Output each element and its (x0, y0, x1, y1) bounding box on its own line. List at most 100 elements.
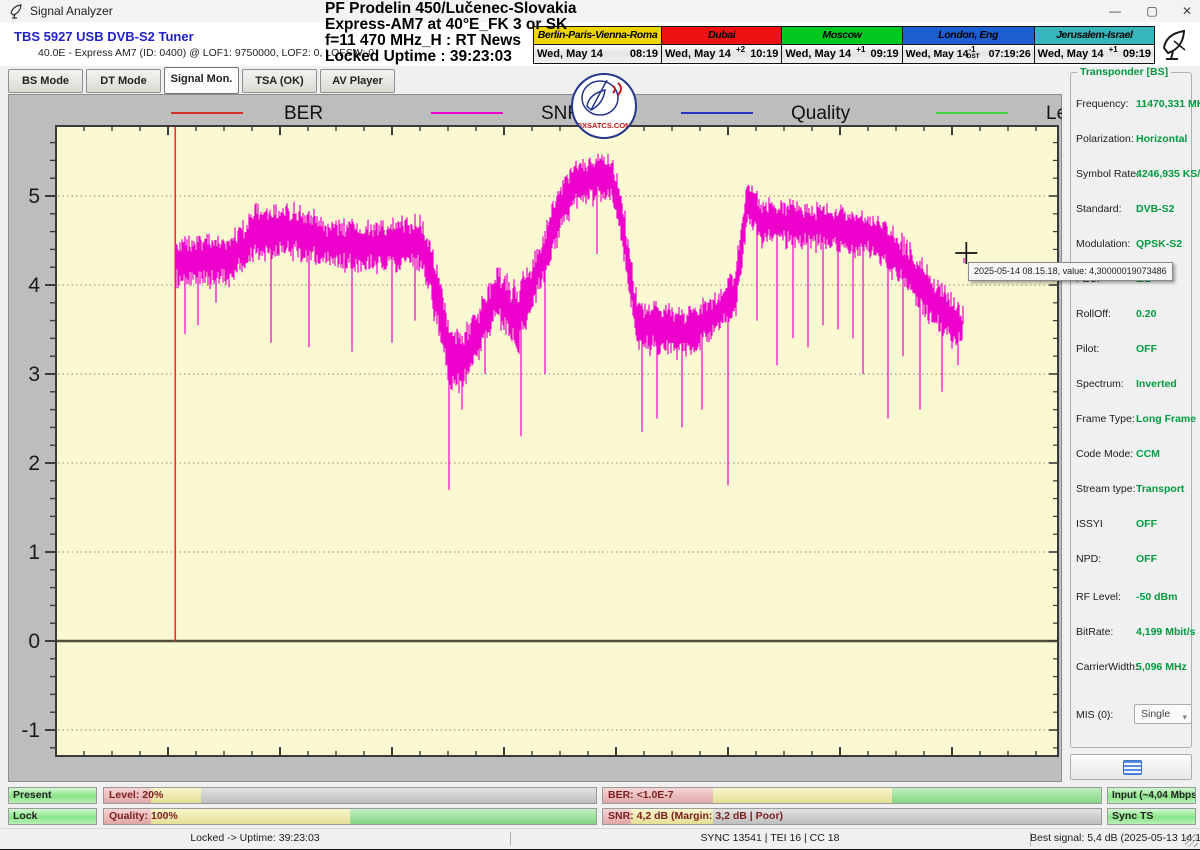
transponder-row: Frame Type:Long Frame (1062, 413, 1200, 427)
clock-dubai: Dubai Wed, May 14 +2 10:19 (662, 27, 782, 63)
legend-label: Quality (791, 103, 850, 125)
transponder-list-button[interactable] (1070, 754, 1192, 780)
field-label: Standard: (1076, 203, 1122, 215)
field-value: OFF (1136, 518, 1157, 530)
dxsatcs-logo-text: DXSATCS.COM (573, 121, 635, 130)
status-best-signal: Best signal: 5,4 dB (2025-05-13 14:19) (1030, 832, 1190, 844)
svg-text:0: 0 (28, 630, 40, 653)
list-icon (1123, 760, 1142, 775)
clock-jerusalem: Jerusalem-Israel Wed, May 14 +1 09:19 (1035, 27, 1154, 63)
close-icon[interactable]: ✕ (1172, 1, 1200, 21)
transponder-row: Symbol Rate:4246,935 KS/s (1062, 168, 1200, 182)
field-value: DVB-S2 (1136, 203, 1175, 215)
transponder-row: CarrierWidth:5,096 MHz (1062, 661, 1200, 675)
field-label: BitRate: (1076, 626, 1113, 638)
transponder-row: Spectrum:Inverted (1062, 378, 1200, 392)
status-bar: Locked -> Uptime: 39:23:03 SYNC 13541 | … (0, 828, 1200, 849)
site-info-line: f=11 470 MHz_H : RT News (325, 33, 577, 49)
svg-text:1: 1 (28, 541, 40, 564)
transponder-row: Modulation:QPSK-S2 (1062, 238, 1200, 252)
window-title: Signal Analyzer (30, 4, 113, 18)
field-value: 0.20 (1136, 308, 1156, 320)
snr-line-swatch (431, 112, 503, 114)
clock-city-label: Moscow (782, 27, 901, 45)
tab-tsa[interactable]: TSA (OK) (242, 69, 317, 93)
field-value: -50 dBm (1136, 591, 1177, 603)
field-value: CCM (1136, 448, 1160, 460)
field-value: Inverted (1136, 378, 1177, 390)
clock-date: Wed, May 14 (665, 48, 731, 60)
field-label: Pilot: (1076, 343, 1099, 355)
level-bar: Level: 20% (103, 787, 597, 804)
clock-time: 10:19 (750, 48, 778, 60)
snr-chart-plot[interactable]: -1012345 (9, 95, 1061, 781)
signal-analyzer-window: { "window": { "title": "Signal Analyzer"… (0, 0, 1200, 850)
site-info-line: PF Prodelin 450/Lučenec-Slovakia (325, 1, 577, 17)
field-label: Symbol Rate: (1076, 168, 1139, 180)
field-label: Polarization: (1076, 133, 1134, 145)
field-label: Stream type: (1076, 483, 1136, 495)
clock-date: Wed, May 14 (785, 48, 851, 60)
present-badge: Present (8, 787, 97, 804)
field-value: 4246,935 KS/s (1136, 168, 1200, 180)
svg-text:5: 5 (28, 185, 40, 208)
transponder-title: Transponder [BS] (1077, 66, 1171, 78)
field-label: CarrierWidth: (1076, 661, 1138, 673)
maximize-icon[interactable]: ▢ (1137, 1, 1167, 21)
clock-city-label: Jerusalem-Israel (1035, 27, 1154, 45)
tab-dt-mode[interactable]: DT Mode (86, 69, 161, 93)
transponder-row: NPD: OFF (1062, 553, 1200, 567)
clock-time: 07:19:26 (989, 48, 1031, 60)
chart-tooltip: 2025-05-14 08.15.18, value: 4,3000001907… (968, 262, 1173, 281)
transponder-row: Code Mode:CCM (1062, 448, 1200, 462)
quality-bar: Quality: 100% (103, 808, 597, 825)
field-label: Frame Type: (1076, 413, 1135, 425)
field-value: Transport (1136, 483, 1184, 495)
transponder-row: Frequency:11470,331 MHz (1062, 98, 1200, 112)
status-sync: SYNC 13541 | TEI 16 | CC 18 (510, 832, 1030, 844)
dxsatcs-logo: DXSATCS.COM (571, 73, 637, 139)
transponder-row: Pilot:OFF (1062, 343, 1200, 357)
svg-text:-1: -1 (21, 719, 40, 742)
clock-time: 08:19 (630, 48, 658, 60)
tab-av-player[interactable]: AV Player (320, 69, 395, 93)
satellite-dish-icon (1158, 26, 1194, 67)
app-icon (9, 3, 25, 19)
clock-date: Wed, May 14 (906, 48, 969, 60)
lock-badge: Lock (8, 808, 97, 825)
field-value: QPSK-S2 (1136, 238, 1182, 250)
field-label: NPD: (1076, 553, 1101, 565)
clock-utc-offset: +1 (1103, 45, 1122, 54)
field-value: Horizontal (1136, 133, 1187, 145)
field-value: Long Frame (1136, 413, 1196, 425)
snr-bar: SNR: 4,2 dB (Margin: 3,2 dB | Poor) (602, 808, 1102, 825)
signal-chart-panel: -1012345 BER SNR Quality Level (8, 94, 1062, 782)
clock-london: London, Eng Wed, May 14 -1 DST 07:19:26 (903, 27, 1035, 63)
tuner-details: 40.0E - Express AM7 (ID: 0400) @ LOF1: 9… (38, 47, 374, 59)
field-label: Code Mode: (1076, 448, 1133, 460)
site-info-line: Locked Uptime : 39:23:03 (325, 49, 577, 65)
tab-signal-mon[interactable]: Signal Mon. (164, 67, 239, 94)
clock-time: 09:19 (871, 48, 899, 60)
svg-text:3: 3 (28, 363, 40, 386)
minimize-icon[interactable]: — (1100, 1, 1130, 21)
transponder-row: Polarization:Horizontal (1062, 133, 1200, 147)
transponder-row: BitRate:4,199 Mbit/s (1062, 626, 1200, 640)
transponder-row: Stream type:Transport (1062, 483, 1200, 497)
clock-utc-offset: +1 (851, 45, 870, 54)
resize-grip[interactable] (1185, 834, 1198, 847)
site-info-block: PF Prodelin 450/Lučenec-Slovakia Express… (325, 1, 577, 65)
field-value: OFF (1136, 553, 1157, 565)
world-clocks: Berlin-Paris-Vienna-Roma Wed, May 14 08:… (533, 26, 1155, 64)
title-bar: Signal Analyzer — ▢ ✕ (0, 0, 1200, 22)
field-value: 5,096 MHz (1136, 661, 1187, 673)
tuner-name: TBS 5927 USB DVB-S2 Tuner (14, 29, 194, 44)
transponder-row: ISSYIOFF (1062, 518, 1200, 532)
tab-bs-mode[interactable]: BS Mode (8, 69, 83, 93)
svg-text:2: 2 (28, 452, 40, 475)
field-label: RollOff: (1076, 308, 1111, 320)
mis-dropdown[interactable]: Single ▾ (1134, 704, 1192, 724)
mode-tabs: BS Mode DT Mode Signal Mon. TSA (OK) AV … (8, 69, 395, 93)
clock-utc-offset: +2 (731, 45, 750, 54)
field-label: MIS (0): (1076, 709, 1113, 721)
